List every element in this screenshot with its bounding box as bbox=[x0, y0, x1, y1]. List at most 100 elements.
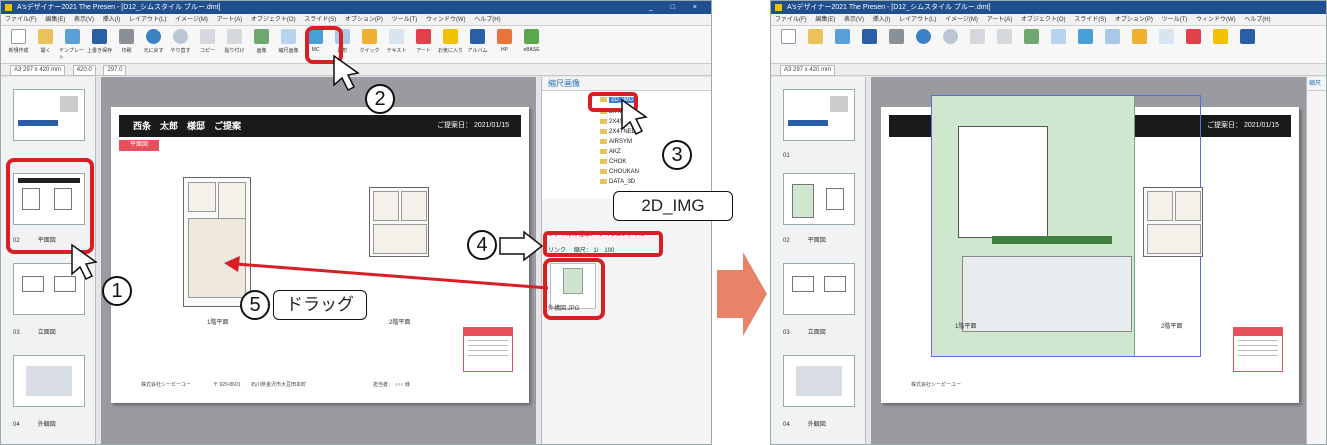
menu-tool[interactable]: ツール(T) bbox=[1162, 17, 1188, 23]
paper-size-select[interactable]: A3 297 x 420 mm bbox=[10, 65, 66, 76]
scale-row[interactable]: リンク 縮尺： 1/ 100 bbox=[542, 245, 711, 254]
menu-help[interactable]: ヘルプ(H) bbox=[474, 17, 500, 23]
menu-view[interactable]: 表示(V) bbox=[74, 17, 94, 23]
menu-option[interactable]: オプション(P) bbox=[1115, 17, 1153, 23]
tool-scaled-image[interactable] bbox=[1045, 29, 1072, 62]
menu-help[interactable]: ヘルプ(H) bbox=[1244, 17, 1270, 23]
tool-save[interactable]: 上書き保存 bbox=[86, 29, 113, 62]
tool-scaled-image[interactable]: 縮尺画像 bbox=[275, 29, 302, 62]
menu-layout[interactable]: レイアウト(L) bbox=[899, 17, 936, 23]
tool-favorite[interactable]: お気に入り bbox=[437, 29, 464, 62]
menu-art[interactable]: アート(A) bbox=[217, 17, 243, 23]
left-screenshot: A'sデザイナー2021 The Presen - [D12_シムスタイル ブル… bbox=[0, 0, 712, 445]
tree-node[interactable]: 2X4STD bbox=[600, 119, 632, 125]
tool-text[interactable]: テキスト bbox=[383, 29, 410, 62]
hp-icon bbox=[497, 29, 512, 44]
tool-print[interactable]: 印刷 bbox=[113, 29, 140, 62]
menu-slide[interactable]: スライド(S) bbox=[304, 17, 336, 23]
tool-undo[interactable]: 元に戻す bbox=[140, 29, 167, 62]
menu-insert[interactable]: 挿入(I) bbox=[873, 17, 891, 23]
tool-undo[interactable] bbox=[910, 29, 937, 62]
menu-file[interactable]: ファイル(F) bbox=[775, 17, 807, 23]
tree-node[interactable]: 2X4TNED bbox=[600, 129, 636, 135]
file-type-row[interactable]: ファイルの種類： すべてのファイル bbox=[542, 229, 711, 238]
tool-print[interactable] bbox=[883, 29, 910, 62]
tool-template[interactable] bbox=[829, 29, 856, 62]
tool-ebase[interactable]: eBASE bbox=[518, 29, 545, 62]
tool-paste[interactable]: 貼り付け bbox=[221, 29, 248, 62]
star-icon bbox=[1213, 29, 1228, 44]
menu-object[interactable]: オブジェクト(O) bbox=[251, 17, 296, 23]
tool-save[interactable] bbox=[856, 29, 883, 62]
menu-object[interactable]: オブジェクト(O) bbox=[1021, 17, 1066, 23]
menu-insert[interactable]: 挿入(I) bbox=[103, 17, 121, 23]
tool-quick[interactable]: クイック bbox=[356, 29, 383, 62]
tool-mc[interactable] bbox=[1072, 29, 1099, 62]
tool-new[interactable] bbox=[775, 29, 802, 62]
tool-album[interactable] bbox=[1234, 29, 1261, 62]
tree-node[interactable]: DATA_3D bbox=[600, 179, 635, 185]
tool-redo[interactable]: やり直す bbox=[167, 29, 194, 62]
tool-paste[interactable] bbox=[991, 29, 1018, 62]
menu-option[interactable]: オプション(P) bbox=[345, 17, 383, 23]
tree-node[interactable]: CHOK bbox=[600, 159, 626, 165]
tool-new[interactable]: 新規作成 bbox=[5, 29, 32, 62]
menu-file[interactable]: ファイル(F) bbox=[5, 17, 37, 23]
menu-window[interactable]: ウィンドウ(W) bbox=[426, 17, 466, 23]
slide-thumb-4[interactable] bbox=[13, 355, 85, 407]
menu-edit[interactable]: 編集(E) bbox=[45, 17, 65, 23]
tool-mc[interactable]: MC bbox=[302, 29, 329, 62]
tool-hp[interactable]: HP bbox=[491, 29, 518, 62]
link-checkbox[interactable]: リンク bbox=[548, 248, 566, 254]
redo-icon bbox=[173, 29, 188, 44]
tool-text[interactable] bbox=[1153, 29, 1180, 62]
folder-tree: 2D_IMG 2X4RB 2X4STD 2X4TNED AIRSYM AKZ C… bbox=[542, 91, 711, 199]
tool-open[interactable]: 開く bbox=[32, 29, 59, 62]
tree-node[interactable]: AIRSYM bbox=[600, 139, 632, 145]
scale-select[interactable]: 1/ 100 bbox=[593, 248, 614, 254]
tool-art[interactable] bbox=[1180, 29, 1207, 62]
tool-open[interactable] bbox=[802, 29, 829, 62]
menu-image[interactable]: イメージ(M) bbox=[175, 17, 208, 23]
tool-shape[interactable]: 図形 bbox=[329, 29, 356, 62]
slide-thumb-3[interactable] bbox=[783, 263, 855, 315]
window-controls[interactable]: _ □ × bbox=[649, 1, 705, 14]
tool-album[interactable]: アルバム bbox=[464, 29, 491, 62]
tool-copy[interactable]: コピー bbox=[194, 29, 221, 62]
slide-thumb-3[interactable] bbox=[13, 263, 85, 315]
menu-slide[interactable]: スライド(S) bbox=[1074, 17, 1106, 23]
tool-copy[interactable] bbox=[964, 29, 991, 62]
slide-thumb-4[interactable] bbox=[783, 355, 855, 407]
tool-image[interactable] bbox=[1018, 29, 1045, 62]
menu-tool[interactable]: ツール(T) bbox=[392, 17, 418, 23]
tree-node[interactable]: AKZ bbox=[600, 149, 621, 155]
tool-favorite[interactable] bbox=[1207, 29, 1234, 62]
tool-redo[interactable] bbox=[937, 29, 964, 62]
slide-thumb-1[interactable] bbox=[13, 89, 85, 141]
tool-template[interactable]: テンプレート bbox=[59, 29, 86, 62]
slide-thumb-2[interactable] bbox=[13, 173, 85, 225]
slide-thumb-1[interactable] bbox=[783, 89, 855, 141]
tool-quick[interactable] bbox=[1126, 29, 1153, 62]
paper-size-select[interactable]: A3 297 x 420 mm bbox=[780, 65, 836, 76]
menu-edit[interactable]: 編集(E) bbox=[815, 17, 835, 23]
height-field[interactable]: 297.0 bbox=[103, 65, 127, 76]
tree-node[interactable]: CHOUKAN bbox=[600, 169, 639, 175]
tree-node-2d-img[interactable]: 2D_IMG bbox=[600, 97, 636, 104]
tool-shape[interactable] bbox=[1099, 29, 1126, 62]
menu-window[interactable]: ウィンドウ(W) bbox=[1196, 17, 1236, 23]
menu-art[interactable]: アート(A) bbox=[987, 17, 1013, 23]
tool-image[interactable]: 画像 bbox=[248, 29, 275, 62]
room bbox=[401, 191, 427, 221]
floor-plan-1 bbox=[183, 177, 251, 307]
menu-image[interactable]: イメージ(M) bbox=[945, 17, 978, 23]
ebase-icon bbox=[524, 29, 539, 44]
tool-art[interactable]: アート bbox=[410, 29, 437, 62]
menu-layout[interactable]: レイアウト(L) bbox=[129, 17, 166, 23]
width-field[interactable]: 420.0 bbox=[72, 65, 96, 76]
folder-icon bbox=[600, 149, 607, 154]
menu-view[interactable]: 表示(V) bbox=[844, 17, 864, 23]
slide-thumb-2[interactable] bbox=[783, 173, 855, 225]
tree-node[interactable]: 2X4RB bbox=[600, 109, 628, 115]
save-icon bbox=[862, 29, 877, 44]
